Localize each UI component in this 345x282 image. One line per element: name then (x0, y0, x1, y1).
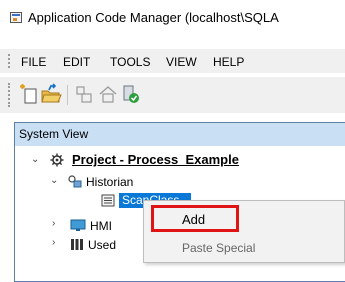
new-icon[interactable] (18, 83, 40, 105)
menu-edit[interactable]: EDIT (63, 55, 90, 69)
window-title: Application Code Manager (localhost\SQLA (28, 10, 279, 25)
chevron-down-icon[interactable]: ⌄ (31, 154, 39, 165)
context-menu-add[interactable]: Add (182, 212, 205, 227)
deploy-icon[interactable] (120, 83, 142, 105)
open-folder-icon[interactable] (40, 83, 62, 105)
panel-header: System View (15, 123, 345, 146)
scanclass-icon (101, 194, 115, 207)
tree-project-label: Project - Process_Example (72, 152, 239, 167)
chevron-right-icon[interactable]: › (52, 237, 55, 248)
toolbar (0, 77, 345, 113)
tree-row-used[interactable]: › Used (0, 237, 140, 253)
menu-bar: FILE EDIT TOOLS VIEW HELP (0, 49, 345, 73)
app-icon (10, 12, 22, 23)
toolbar-grip-icon (8, 83, 12, 107)
menu-view[interactable]: VIEW (166, 55, 197, 69)
toolbar-separator (67, 85, 68, 105)
gear-icon (50, 153, 64, 167)
tree-row-hmi[interactable]: › HMI (0, 218, 140, 234)
hmi-icon (70, 219, 86, 231)
menu-tools[interactable]: TOOLS (110, 55, 150, 69)
menu-grip-icon (8, 54, 12, 68)
menu-file[interactable]: FILE (21, 55, 46, 69)
tree-hmi-label: HMI (90, 219, 112, 233)
tree-row-project[interactable]: ⌄ Project - Process_Example (0, 152, 345, 168)
chevron-down-icon[interactable]: ⌄ (50, 175, 58, 186)
library-icon (71, 239, 83, 250)
tree-historian-label: Historian (86, 175, 134, 189)
context-menu-paste-special[interactable]: Paste Special (182, 241, 255, 255)
tree-view-icon[interactable] (74, 83, 96, 105)
historian-icon (68, 175, 82, 188)
tree-row-historian[interactable]: ⌄ Historian (0, 174, 345, 190)
home-icon[interactable] (97, 83, 119, 105)
title-bar: Application Code Manager (localhost\SQLA (0, 0, 345, 34)
chevron-right-icon[interactable]: › (52, 218, 55, 229)
panel-title: System View (19, 127, 89, 141)
tree-used-label: Used (88, 238, 117, 252)
menu-help[interactable]: HELP (213, 55, 244, 69)
